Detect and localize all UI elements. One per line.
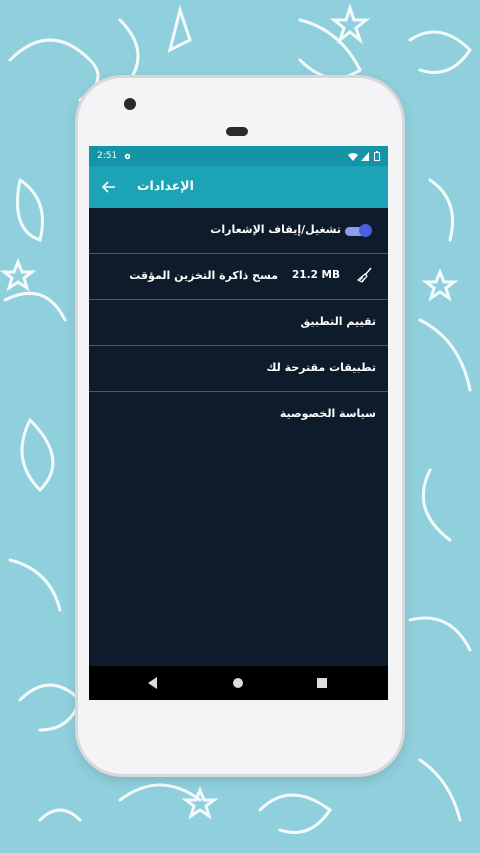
toggle-thumb [359,224,372,237]
rate-app-label: تقييم التطبيق [300,315,377,328]
app-bar: الإعدادات [89,166,388,208]
privacy-policy-row[interactable]: سياسة الخصوصية [89,392,388,438]
front-camera [124,98,136,110]
broom-icon [356,267,372,283]
app-screen: 2:51 الإعدادات تشغيل/إيقاف الإشعارات مسح… [89,146,388,700]
suggested-apps-label: تطبيقات مقترحة لك [266,361,376,374]
page-title: الإعدادات [137,178,194,193]
back-button[interactable] [98,176,120,198]
battery-icon [374,151,380,161]
notifications-toggle[interactable] [345,224,372,237]
recents-square-icon[interactable] [315,676,329,690]
rate-app-row[interactable]: تقييم التطبيق [89,300,388,346]
settings-list: تشغيل/إيقاف الإشعارات مسح ذاكرة التخزين … [89,208,388,438]
suggested-apps-row[interactable]: تطبيقات مقترحة لك [89,346,388,392]
earpiece-speaker [226,127,248,136]
notifications-label: تشغيل/إيقاف الإشعارات [210,223,341,236]
status-bar: 2:51 [89,146,388,166]
signal-icon [361,151,369,161]
back-triangle-icon[interactable] [146,676,160,690]
notifications-row[interactable]: تشغيل/إيقاف الإشعارات [89,208,388,254]
system-nav-bar [89,666,388,700]
home-circle-icon[interactable] [231,676,245,690]
status-time: 2:51 [97,151,118,161]
clear-cache-row[interactable]: مسح ذاكرة التخزين المؤقت 21.2 MB [89,254,388,300]
clear-cache-label: مسح ذاكرة التخزين المؤقت [129,269,278,282]
gear-icon [125,153,131,159]
cache-size-value: 21.2 MB [292,269,341,281]
privacy-policy-label: سياسة الخصوصية [279,407,376,420]
arrow-back-icon [102,181,115,193]
wifi-icon [348,152,358,161]
